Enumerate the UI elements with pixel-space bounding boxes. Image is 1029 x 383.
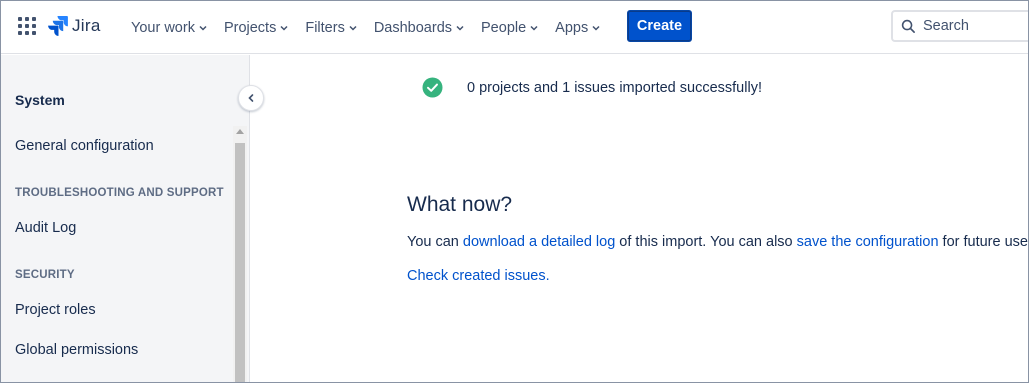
sidebar-item-audit-log[interactable]: Audit Log <box>15 220 76 236</box>
nav-label: People <box>481 19 527 36</box>
nav-filters[interactable]: Filters <box>297 12 365 44</box>
sidebar-title: System <box>15 92 65 108</box>
create-button[interactable]: Create <box>627 10 692 42</box>
scroll-up-arrow-icon[interactable] <box>236 129 244 134</box>
sidebar-heading-troubleshooting: TROUBLESHOOTING AND SUPPORT <box>15 187 224 199</box>
success-text: 0 projects and 1 issues imported success… <box>467 79 762 96</box>
nav-projects[interactable]: Projects <box>216 12 297 44</box>
text-segment: of this import. You can also <box>615 234 797 250</box>
collapse-sidebar-button[interactable] <box>238 85 264 111</box>
next-steps-paragraph: You can download a detailed log of this … <box>407 234 1029 250</box>
jira-logo-icon <box>48 16 68 36</box>
sidebar: System General configuration TROUBLESHOO… <box>1 55 250 382</box>
search-input[interactable] <box>923 18 1023 34</box>
chevron-down-icon <box>349 25 357 31</box>
logo-text: Jira <box>72 16 101 35</box>
main-content: 0 projects and 1 issues imported success… <box>251 55 1029 382</box>
success-message: 0 projects and 1 issues imported success… <box>422 77 762 98</box>
app-window: Jira Your work Projects Filters Dashboar… <box>0 0 1029 383</box>
sidebar-item-project-roles[interactable]: Project roles <box>15 302 96 318</box>
sidebar-heading-security: SECURITY <box>15 269 75 281</box>
scrollbar-thumb[interactable] <box>235 143 245 382</box>
nav-label: Apps <box>555 19 589 36</box>
check-created-issues-link[interactable]: Check created issues <box>407 268 546 284</box>
check-issues-period: . <box>545 268 550 284</box>
chevron-left-icon <box>248 94 254 102</box>
chevron-down-icon <box>456 25 464 31</box>
nav-label: Filters <box>305 19 345 36</box>
text-segment: You can <box>407 234 463 250</box>
nav-label: Dashboards <box>373 19 453 36</box>
chevron-down-icon <box>592 25 600 31</box>
nav-label: Your work <box>131 19 195 36</box>
nav-dashboards[interactable]: Dashboards <box>366 12 473 44</box>
jira-logo[interactable]: Jira <box>48 15 101 37</box>
check-issues-paragraph: Check created issues. <box>407 268 550 284</box>
top-navigation: Jira Your work Projects Filters Dashboar… <box>1 1 1028 54</box>
nav-label: Projects <box>223 19 277 36</box>
app-switcher-icon[interactable] <box>18 17 36 35</box>
success-check-icon <box>422 77 443 98</box>
chevron-down-icon <box>530 25 538 31</box>
nav-people[interactable]: People <box>473 12 547 44</box>
sidebar-scrollbar[interactable] <box>233 126 247 382</box>
sidebar-item-general-configuration[interactable]: General configuration <box>15 138 154 154</box>
sidebar-item-global-permissions[interactable]: Global permissions <box>15 342 138 358</box>
chevron-down-icon <box>280 25 288 31</box>
search-icon <box>901 19 915 33</box>
primary-nav: Your work Projects Filters Dashboards Pe… <box>123 1 609 54</box>
search-box[interactable] <box>891 10 1028 42</box>
chevron-down-icon <box>199 25 207 31</box>
what-now-heading: What now? <box>407 193 513 216</box>
nav-apps[interactable]: Apps <box>547 12 609 44</box>
nav-your-work[interactable]: Your work <box>123 12 216 44</box>
download-log-link[interactable]: download a detailed log <box>463 234 615 250</box>
save-configuration-link[interactable]: save the configuration <box>797 234 939 250</box>
text-segment: for future use. <box>938 234 1029 250</box>
